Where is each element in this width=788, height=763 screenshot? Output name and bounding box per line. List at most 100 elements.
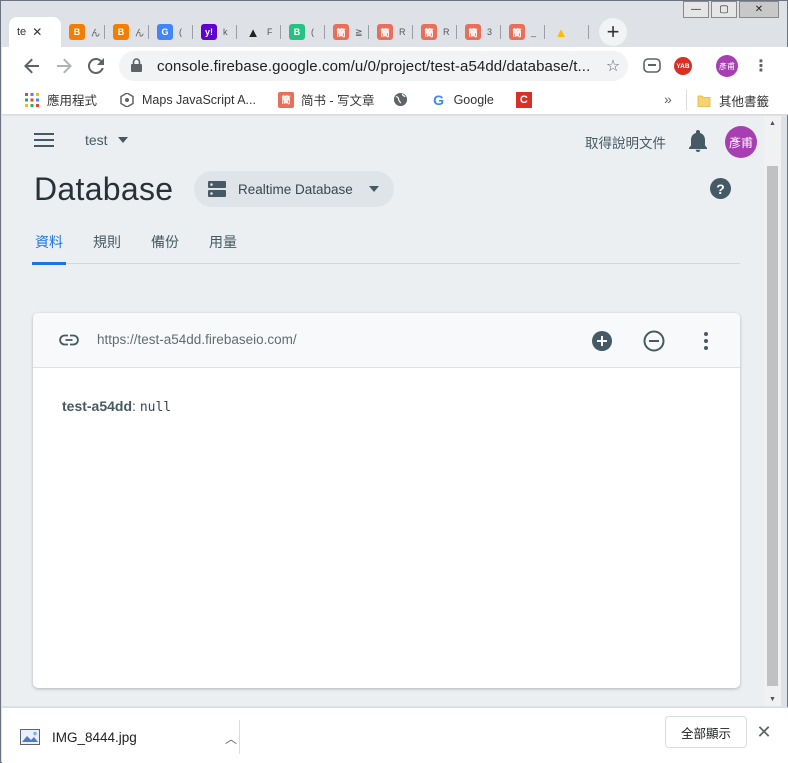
new-tab-button[interactable]: + — [599, 18, 627, 46]
tab-title: ん — [135, 27, 145, 38]
browser-tab[interactable]: Bん — [61, 17, 105, 47]
console-header: test 取得說明文件 彥甫 — [2, 116, 764, 164]
folder-icon — [697, 95, 711, 107]
tab-title: ( — [179, 27, 182, 37]
tab-data[interactable]: 資料 — [32, 226, 66, 265]
bookmark-list: 應用程式 Maps JavaScript A... 簡简书 - 写文章 G Google… — [2, 90, 532, 109]
close-download-bar-icon[interactable]: ✕ — [754, 720, 774, 744]
download-item[interactable]: IMG_8444.jpg ︿ — [20, 720, 240, 754]
browser-tab[interactable]: y! k — [193, 17, 237, 47]
bookmark-item[interactable]: 簡简书 - 写文章 — [277, 90, 375, 109]
more-options-icon[interactable] — [695, 330, 717, 352]
bookmark-label: 简书 - 写文章 — [300, 94, 375, 108]
yab-extension-icon[interactable]: YAB — [672, 55, 694, 77]
reload-icon — [88, 58, 104, 74]
jianshu-icon: 簡 — [465, 24, 481, 40]
scroll-up-arrow-icon[interactable]: ▲ — [764, 116, 781, 130]
add-child-icon[interactable] — [591, 330, 613, 352]
page-scrollbar[interactable]: ▲ ▼ — [764, 116, 781, 706]
download-file-name: IMG_8444.jpg — [52, 729, 137, 745]
browser-tab[interactable]: 簡R — [413, 17, 457, 47]
minimize-button[interactable]: — — [683, 1, 709, 18]
database-tabs: 資料 規則 備份 用量 — [32, 226, 740, 265]
bookmark-label: 應用程式 — [47, 94, 98, 108]
jianshu-icon: 簡 — [333, 24, 349, 40]
help-icon[interactable]: ? — [710, 178, 731, 199]
b-icon: B — [289, 24, 305, 40]
url-text: console.firebase.google.com/u/0/project/… — [157, 57, 591, 75]
data-key[interactable]: test-a54dd — [62, 398, 132, 414]
browser-tab[interactable]: 簡R — [369, 17, 413, 47]
maps-icon — [119, 92, 135, 108]
tab-title: R — [443, 27, 450, 37]
remove-child-icon[interactable] — [643, 330, 665, 352]
tab-strip: te ✕ B ん B ん G(y! k ▲ F B(簡 ≧ 簡 R 簡 R 簡 3 簡 _ ▲ — [9, 15, 589, 47]
browser-tab[interactable]: ▲ — [545, 17, 589, 47]
notifications-bell-icon[interactable] — [688, 130, 708, 152]
address-bar[interactable]: console.firebase.google.com/u/0/project/… — [119, 51, 628, 81]
browser-window: — ▢ ✕ te ✕ B ん B ん G(y! k ▲ F B(簡 ≧ 簡 R 簡 R 簡 3 簡 _ ▲ + co… — [0, 0, 788, 763]
forward-button[interactable] — [48, 50, 80, 82]
browser-tab[interactable]: Bん — [105, 17, 149, 47]
more-bookmarks-button[interactable]: » — [664, 91, 672, 107]
bookmarks-bar: 應用程式 Maps JavaScript A... 簡简书 - 写文章 G Google… — [2, 85, 788, 115]
browser-tab[interactable]: 簡3 — [457, 17, 501, 47]
google-translate-icon: G — [157, 24, 173, 40]
browser-tab[interactable]: 簡 _ — [501, 17, 545, 47]
other-bookmarks-label: 其他書籤 — [719, 95, 770, 109]
bookmark-item[interactable]: G Google — [431, 90, 494, 109]
tab-title: k — [223, 27, 228, 37]
bookmark-label: Google — [453, 92, 494, 107]
data-value[interactable]: null — [140, 400, 171, 415]
docs-link[interactable]: 取得說明文件 — [585, 132, 666, 152]
database-icon — [208, 181, 226, 197]
browser-menu-button[interactable]: ⋮ — [750, 55, 772, 77]
show-all-downloads-button[interactable]: 全部顯示 — [665, 716, 747, 748]
chevron-up-icon[interactable]: ︿ — [225, 730, 237, 747]
close-window-button[interactable]: ✕ — [739, 1, 779, 18]
browser-tab[interactable]: ▲ F — [237, 17, 281, 47]
data-tree-row[interactable]: test-a54dd: null — [62, 398, 171, 415]
back-button[interactable] — [16, 50, 48, 82]
tab-title: ん — [91, 27, 101, 38]
reload-button[interactable] — [80, 50, 112, 82]
scrollbar-thumb[interactable] — [767, 166, 778, 686]
other-bookmarks-folder[interactable]: 其他書籤 — [697, 91, 769, 110]
project-selector[interactable]: test — [85, 132, 128, 148]
database-type-selector[interactable]: Realtime Database — [194, 171, 394, 207]
tab-title: R — [399, 27, 406, 37]
forward-arrow-icon — [57, 58, 72, 74]
database-type-label: Realtime Database — [238, 181, 353, 197]
tab-title: ( — [311, 27, 314, 37]
hamburger-menu-icon[interactable] — [32, 130, 56, 150]
database-url[interactable]: https://test-a54dd.firebaseio.com/ — [97, 332, 297, 347]
download-shelf: IMG_8444.jpg ︿ 全部顯示 ✕ — [2, 707, 788, 763]
tab-active[interactable]: te ✕ — [9, 17, 61, 47]
scroll-down-arrow-icon[interactable]: ▼ — [764, 692, 781, 706]
data-viewer-header: https://test-a54dd.firebaseio.com/ — [33, 313, 740, 368]
line-extension-icon[interactable] — [641, 55, 663, 77]
tab-backups[interactable]: 備份 — [148, 226, 182, 264]
tab-usage[interactable]: 用量 — [206, 226, 240, 264]
profile-avatar[interactable]: 彥甫 — [716, 55, 738, 77]
browser-tab[interactable]: B( — [281, 17, 325, 47]
blogger-icon: B — [113, 24, 129, 40]
tab-title: F — [267, 27, 273, 37]
bookmark-item[interactable]: 應用程式 — [24, 90, 97, 109]
google-drive-icon: ▲ — [554, 24, 568, 40]
maximize-button[interactable]: ▢ — [711, 1, 737, 18]
tab-title: _ — [531, 27, 537, 37]
tab-rules[interactable]: 規則 — [90, 226, 124, 264]
browser-tab[interactable]: 簡 ≧ — [325, 17, 369, 47]
page-title: Database — [34, 171, 174, 207]
browser-tab[interactable]: G( — [149, 17, 193, 47]
user-avatar[interactable]: 彥甫 — [725, 126, 757, 158]
close-tab-icon[interactable]: ✕ — [32, 25, 42, 39]
bookmark-item[interactable]: C — [515, 90, 532, 109]
lock-icon[interactable] — [131, 57, 147, 75]
bookmark-item[interactable] — [393, 90, 409, 109]
blogger-icon: B — [69, 24, 85, 40]
link-icon — [59, 334, 79, 346]
bookmark-item[interactable]: Maps JavaScript A... — [119, 90, 256, 109]
bookmark-star-icon[interactable]: ☆ — [598, 56, 628, 76]
